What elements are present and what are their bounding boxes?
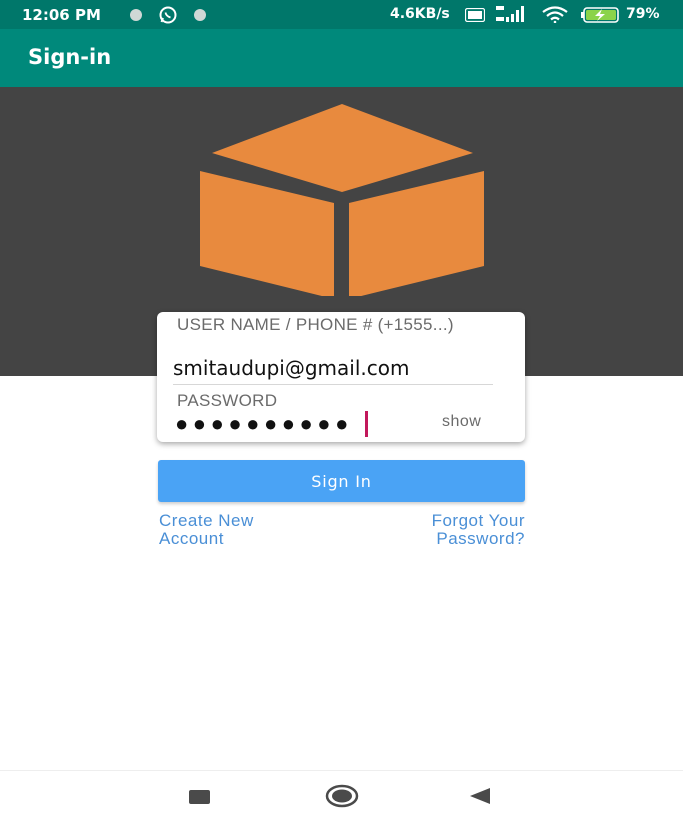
battery-percent: 79%: [626, 6, 660, 22]
home-icon[interactable]: [325, 784, 359, 808]
forgot-password-link[interactable]: Forgot Your Password?: [380, 512, 525, 548]
create-account-link[interactable]: Create New Account: [159, 512, 309, 548]
volte-icon: [465, 8, 485, 22]
notification-dot-icon: [194, 9, 206, 21]
username-label: USER NAME / PHONE # (+1555...): [177, 315, 454, 334]
page-title: Sign-in: [28, 45, 112, 69]
show-password-button[interactable]: show: [442, 413, 481, 431]
whatsapp-icon: [159, 6, 177, 24]
text-cursor: [365, 411, 368, 437]
password-field[interactable]: ●●●●●●●●●●: [175, 411, 415, 437]
sign-in-screen: 12:06 PM 4.6KB/s 79% Sign-in USER NAME /…: [0, 0, 683, 820]
status-time: 12:06 PM: [22, 6, 101, 24]
signal-icon: [496, 6, 524, 22]
password-label: PASSWORD: [177, 391, 278, 410]
app-bar: Sign-in: [0, 29, 683, 87]
sign-in-button[interactable]: Sign In: [158, 460, 525, 502]
username-field[interactable]: [173, 355, 517, 381]
login-card: USER NAME / PHONE # (+1555...) PASSWORD …: [157, 312, 525, 442]
status-bar: 12:06 PM 4.6KB/s 79%: [0, 0, 683, 29]
wifi-icon: [542, 6, 568, 23]
password-masked-value: ●●●●●●●●●●: [175, 411, 353, 436]
battery-charging-icon: [581, 7, 619, 23]
network-speed: 4.6KB/s: [390, 6, 450, 22]
box-icon: [200, 104, 484, 296]
navigation-bar: [0, 770, 683, 820]
back-icon[interactable]: [468, 787, 492, 805]
notification-dot-icon: [130, 9, 142, 21]
field-divider: [173, 384, 493, 385]
recent-apps-icon[interactable]: [189, 790, 210, 804]
